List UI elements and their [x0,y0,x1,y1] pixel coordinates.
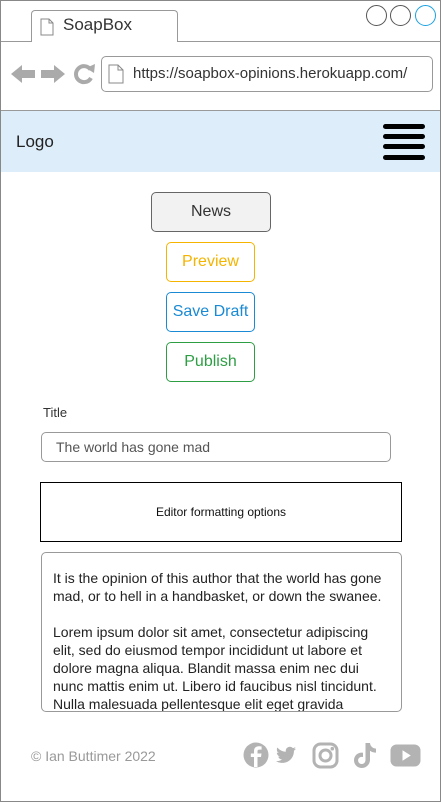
facebook-icon[interactable] [243,742,269,768]
publish-button[interactable]: Publish [166,342,255,382]
title-input[interactable] [41,432,391,462]
instagram-icon[interactable] [312,742,339,769]
twitter-icon[interactable] [276,746,296,764]
window-control-button[interactable] [390,5,411,26]
document-icon [40,18,54,36]
news-button[interactable]: News [151,192,271,232]
editor-body[interactable]: It is the opinion of this author that th… [41,552,402,712]
window-control-button[interactable] [366,5,387,26]
browser-window: SoapBox https://soapbox-opinions.herokua… [0,0,441,802]
title-label: Title [43,405,68,420]
browser-nav-bar: https://soapbox-opinions.herokuapp.com/ [1,42,440,111]
browser-tab-bar: SoapBox [1,1,440,42]
browser-tab[interactable]: SoapBox [31,10,178,42]
save-draft-button[interactable]: Save Draft [166,292,255,332]
forward-arrow-icon[interactable] [41,64,65,84]
page-icon [108,64,124,84]
youtube-icon[interactable] [390,744,421,767]
refresh-icon[interactable] [72,63,96,85]
editor-toolbar[interactable]: Editor formatting options [40,482,402,542]
editor-paragraph: It is the opinion of this author that th… [53,570,382,604]
logo[interactable]: Logo [16,132,54,152]
copyright-text: © Ian Buttimer 2022 [31,748,156,764]
app-header: Logo [1,111,440,172]
hamburger-menu-icon[interactable] [383,122,425,162]
url-text: https://soapbox-opinions.herokuapp.com/ [133,65,408,82]
address-bar[interactable]: https://soapbox-opinions.herokuapp.com/ [101,56,433,92]
tab-title: SoapBox [63,15,132,34]
back-arrow-icon[interactable] [11,64,35,84]
preview-button[interactable]: Preview [166,242,255,282]
tiktok-icon[interactable] [353,742,377,769]
editor-paragraph: Lorem ipsum dolor sit amet, consectetur … [53,624,377,712]
editor-toolbar-label: Editor formatting options [155,505,287,519]
window-control-button[interactable] [415,5,436,26]
